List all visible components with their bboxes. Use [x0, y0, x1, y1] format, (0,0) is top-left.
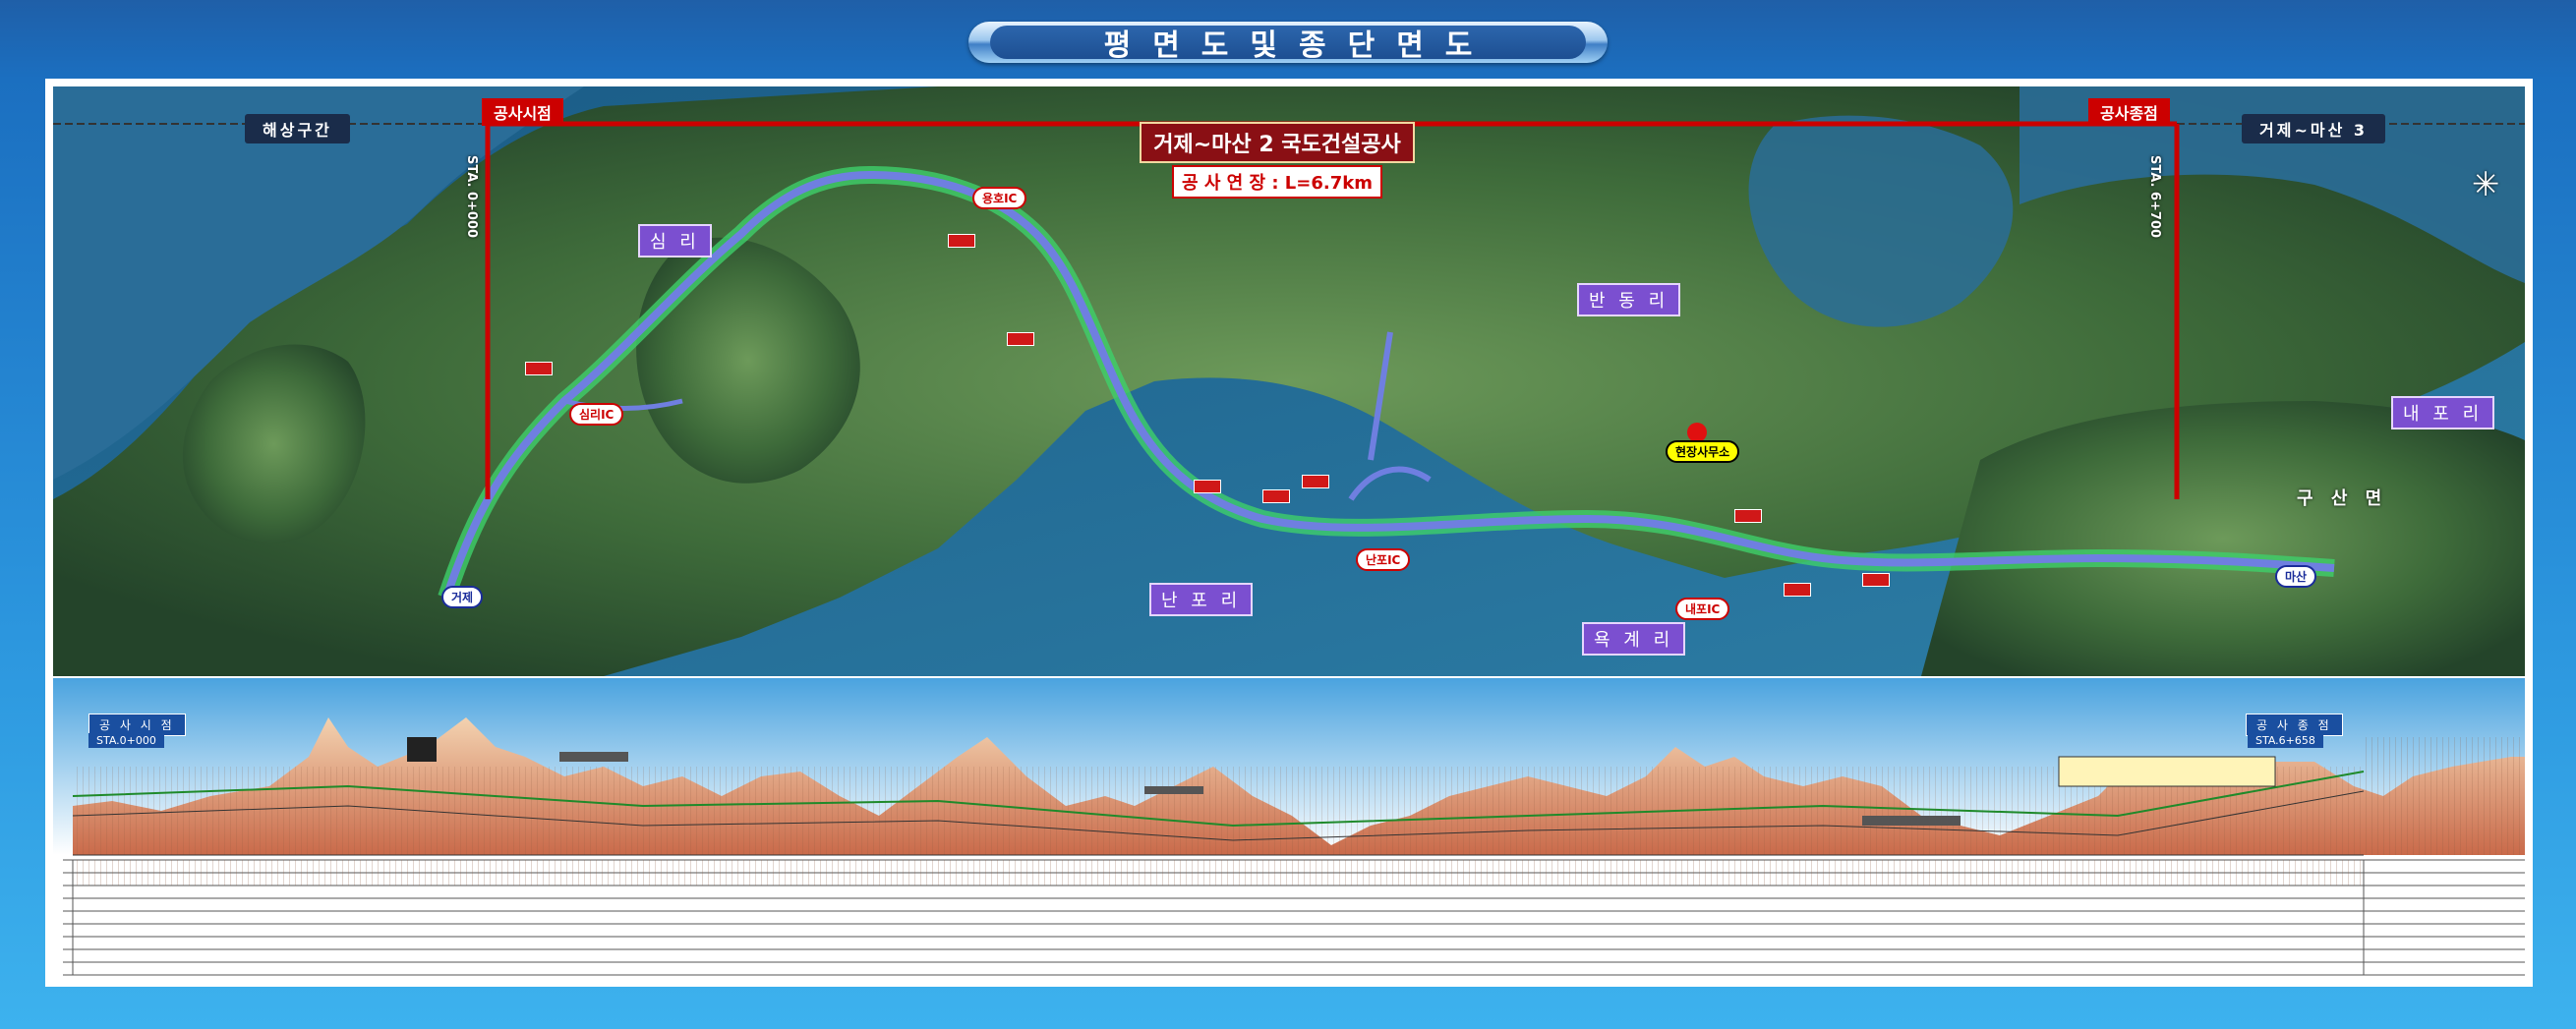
- structure-marker: [525, 362, 553, 375]
- end-point-label: 공사종점: [2088, 98, 2170, 126]
- structure-marker: [1007, 332, 1034, 346]
- start-point-label: 공사시점: [482, 98, 563, 126]
- plan-view-map: 해상구간 거제~마산 3 공사시점 공사종점 거제~마산 2 국도건설공사 공 …: [53, 86, 2525, 676]
- sea-section-tag: 해상구간: [245, 114, 350, 143]
- end-station: STA. 6+700: [2147, 155, 2162, 239]
- page-title: 평면도및종단면도: [1103, 29, 1494, 63]
- profile-end-station: STA.6+658: [2248, 733, 2323, 748]
- masan-tag: 마산: [2275, 565, 2317, 588]
- place-naepo: 내 포 리: [2391, 396, 2495, 429]
- project-banner: 거제~마산 2 국도건설공사 공 사 연 장 : L=6.7km: [1140, 122, 1415, 199]
- project-name: 거제~마산 2 국도건설공사: [1140, 122, 1415, 163]
- ic-tag-naepo: 내포IC: [1675, 598, 1730, 620]
- profile-graphic: [53, 678, 2525, 976]
- place-gusan: 구 산 면: [2297, 488, 2388, 509]
- longitudinal-profile: 공 사 시 점 STA.0+000 공 사 종 점 STA.6+658: [53, 678, 2525, 983]
- structure-marker: [1262, 489, 1290, 503]
- structure-marker: [1302, 475, 1329, 488]
- place-simri: 심 리: [638, 224, 712, 257]
- structure-marker: [1784, 583, 1811, 597]
- structure-marker: [1734, 509, 1762, 523]
- structure-marker: [948, 234, 975, 248]
- ic-tag-yongho: 용호IC: [972, 187, 1027, 209]
- drawing-frame: 해상구간 거제~마산 3 공사시점 공사종점 거제~마산 2 국도건설공사 공 …: [45, 79, 2533, 987]
- start-station: STA. 0+000: [464, 155, 479, 239]
- site-office-tag: 현장사무소: [1666, 440, 1740, 463]
- ic-tag-simri: 심리IC: [569, 403, 624, 426]
- profile-start-station: STA.0+000: [88, 733, 164, 748]
- structure-marker: [1862, 573, 1890, 587]
- place-yukgye: 욕 계 리: [1582, 622, 1686, 656]
- geoje-tag: 거제: [441, 586, 484, 608]
- place-banbyeong: 반 동 리: [1577, 283, 1681, 316]
- title-banner: 평면도및종단면도: [968, 22, 1608, 63]
- place-nampo: 난 포 리: [1149, 583, 1254, 616]
- north-arrow-icon: ✳: [2472, 165, 2500, 204]
- structure-marker: [1194, 480, 1221, 493]
- ic-tag-nampo: 난포IC: [1356, 548, 1411, 571]
- project-length: 공 사 연 장 : L=6.7km: [1172, 165, 1382, 199]
- next-section-tag: 거제~마산 3: [2242, 114, 2385, 143]
